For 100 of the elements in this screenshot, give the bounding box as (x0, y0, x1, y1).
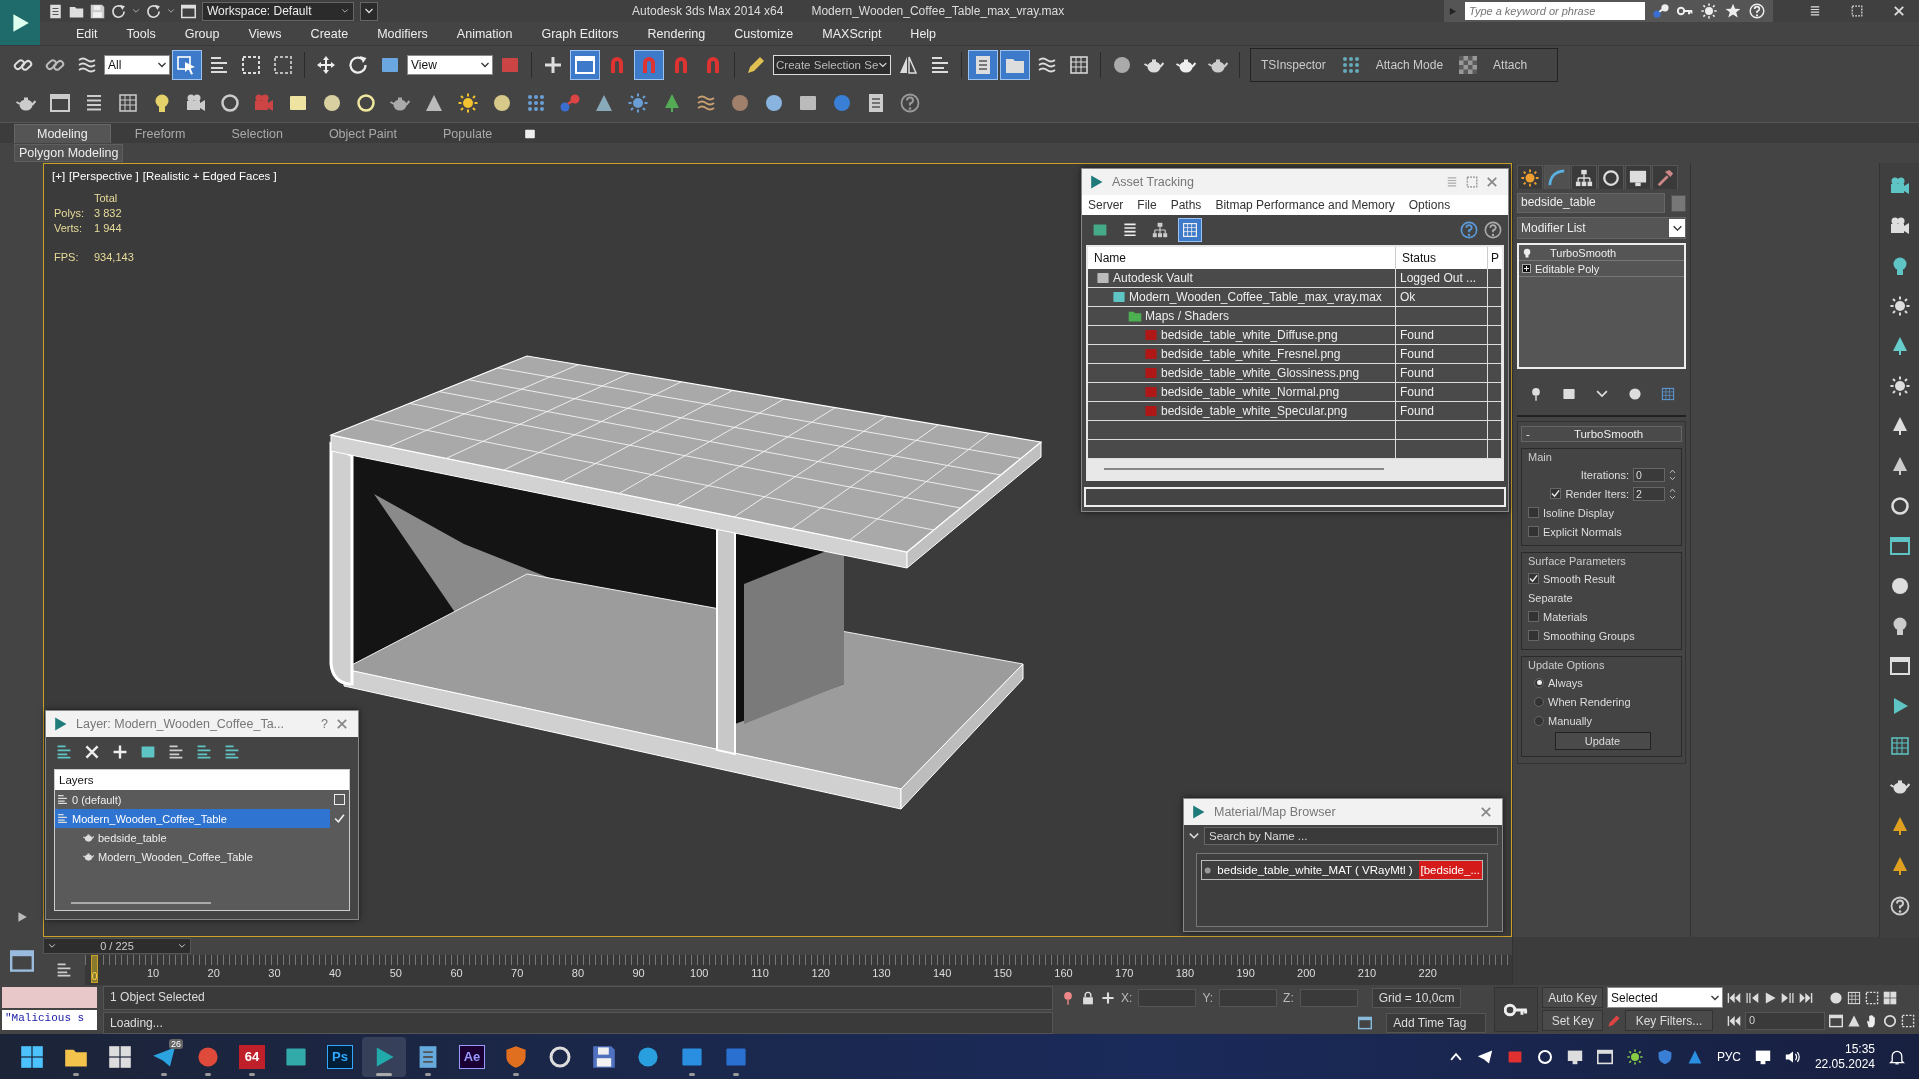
column-header[interactable]: Layers (59, 774, 94, 786)
tray-clock[interactable]: 15:35 22.05.2024 (1814, 1041, 1875, 1072)
toolbar-label[interactable]: Attach Mode (1365, 57, 1454, 72)
menu-item[interactable]: Paths (1170, 198, 1202, 212)
material-item[interactable]: bedside_table_white_MAT ( VRayMtl ) [bedside_... (1201, 860, 1483, 880)
taskbar-app[interactable]: Ae (450, 1036, 494, 1077)
status-message: Loading... (103, 1011, 1054, 1034)
tick-label: 40 (328, 967, 342, 979)
menu-item[interactable]: Customize (722, 26, 806, 41)
spinner-label: Iterations: (1580, 468, 1629, 481)
modifier-list-dropdown[interactable]: Modifier List (1517, 217, 1686, 239)
object-row[interactable]: Modern_Wooden_Coffee_Table (81, 847, 345, 866)
group-title: Surface Parameters (1528, 555, 1627, 567)
workspace-dropdown[interactable]: Workspace: Default (202, 1, 354, 21)
tick-label: 140 (932, 967, 952, 979)
menu-item[interactable]: Tools (114, 26, 168, 41)
tick-label: 80 (571, 967, 584, 979)
selection-set-dropdown[interactable]: Create Selection Se (773, 54, 891, 75)
radio-label: When Rendering (1548, 695, 1631, 708)
tick-label: 50 (389, 967, 402, 979)
menu-item[interactable]: Create (298, 26, 361, 41)
column-header[interactable]: Name (1088, 247, 1396, 269)
ribbon-tab[interactable]: Freeform (112, 124, 208, 143)
asset-name[interactable]: Modern_Wooden_Coffee_Table_max_vray.max (1129, 290, 1382, 304)
menu-item[interactable]: Rendering (635, 26, 718, 41)
column-header[interactable]: P (1488, 247, 1502, 269)
asset-name[interactable]: bedside_table_white_Normal.png (1161, 385, 1340, 399)
ribbon-panel-label[interactable]: Polygon Modeling (14, 144, 124, 162)
asset-name[interactable]: bedside_table_white_Diffuse.png (1161, 328, 1338, 342)
modifier-item[interactable]: TurboSmooth (1550, 246, 1617, 259)
ribbon-tab[interactable]: Modeling (14, 124, 111, 143)
object-row[interactable]: bedside_table (81, 828, 345, 847)
ribbon-tab[interactable]: Object Paint (306, 124, 419, 143)
update-button[interactable]: Update (1554, 732, 1651, 750)
asset-name[interactable]: bedside_table_white_Glossiness.png (1161, 366, 1360, 380)
menu-item[interactable]: Modifiers (365, 26, 440, 41)
listener-output[interactable]: "Malicious s (2, 1010, 98, 1030)
coord-label: Z: (1283, 991, 1294, 1005)
key-mode-dropdown[interactable]: Selected (1607, 987, 1723, 1008)
viewport-menu[interactable]: [Realistic + Edged Faces ] (142, 170, 277, 182)
taskbar-app[interactable]: 64 (230, 1036, 274, 1077)
toolbar-label[interactable]: TSInspector (1251, 57, 1336, 72)
taskbar-app[interactable]: Ps (318, 1036, 362, 1077)
help-button[interactable]: ? (321, 717, 328, 731)
menu-item[interactable]: Help (898, 26, 949, 41)
tick-label: 150 (993, 967, 1012, 979)
time-slider[interactable]: 0 / 225 (43, 938, 191, 954)
group-title: Update Options (1528, 659, 1606, 671)
rollout-title[interactable]: TurboSmooth (1536, 428, 1681, 440)
menu-item[interactable]: Server (1088, 198, 1124, 212)
asset-name[interactable]: bedside_table_white_Specular.png (1161, 404, 1348, 418)
key-filters-button[interactable]: Key Filters... (1625, 1010, 1713, 1031)
menu-item[interactable]: Group (172, 26, 232, 41)
menu-item[interactable]: Options (1408, 198, 1451, 212)
time-tag-field[interactable]: Add Time Tag (1386, 1012, 1487, 1033)
filter-dropdown[interactable]: All (104, 54, 170, 75)
tick-label: 210 (1357, 967, 1377, 979)
menu-item[interactable]: Bitmap Performance and Memory (1215, 198, 1395, 212)
asset-status: Found (1399, 385, 1435, 399)
toolbar-label[interactable]: Attach (1483, 57, 1538, 72)
asset-name[interactable]: Autodesk Vault (1113, 271, 1193, 285)
ribbon-tab[interactable]: Selection (209, 124, 305, 143)
layer-row[interactable]: 0 (default) (55, 790, 330, 809)
search-field[interactable]: Type a keyword or phrase (1465, 2, 1645, 20)
spinner-field[interactable]: 2 (1633, 486, 1665, 501)
filter-dropdown[interactable]: View (407, 54, 493, 75)
menu-item[interactable]: Edit (64, 26, 110, 41)
auto-key-button[interactable]: Auto Key (1542, 987, 1603, 1008)
asset-name[interactable]: Maps / Shaders (1145, 309, 1230, 323)
column-header[interactable]: Status (1396, 247, 1488, 269)
viewport-menu[interactable]: [Perspective ] (69, 170, 139, 182)
asset-status: Found (1399, 404, 1435, 418)
object-name-field[interactable]: bedside_table (1517, 193, 1665, 213)
tick-label: 200 (1297, 967, 1316, 979)
modifier-item[interactable]: Editable Poly (1535, 262, 1600, 275)
stat-label: Polys: (54, 207, 85, 219)
frame-field[interactable]: 0 (1745, 1011, 1825, 1030)
language-indicator[interactable]: РУС (1716, 1049, 1741, 1064)
taskbar-app[interactable]: 26 (142, 1036, 186, 1077)
tick-label: 220 (1418, 967, 1437, 979)
menu-item[interactable]: Graph Editors (529, 26, 631, 41)
stat-label: Verts: (54, 222, 84, 234)
viewport-menu[interactable]: [+] (52, 170, 66, 182)
layer-row[interactable]: Modern_Wooden_Coffee_Table (55, 809, 330, 828)
menu-item[interactable]: MAXScript (810, 26, 894, 41)
set-key-button[interactable]: Set Key (1542, 1010, 1603, 1031)
search-field[interactable]: Search by Name ... (1204, 827, 1498, 845)
spinner-field[interactable]: 0 (1633, 467, 1665, 482)
timeline-ruler[interactable]: 0 10 20 30 40 50 60 70 80 90 100 110 120 130 140 150 160 170 180 190 200 210 220 (85, 955, 1512, 985)
grid-size: Grid = 10,0cm (1371, 988, 1462, 1008)
stat-label: FPS: (54, 251, 80, 263)
menu-item[interactable]: Views (236, 26, 294, 41)
asset-name[interactable]: bedside_table_white_Fresnel.png (1161, 347, 1341, 361)
radio-label: Always (1548, 676, 1583, 689)
group-label: Separate (1528, 591, 1573, 604)
menu-item[interactable]: File (1137, 198, 1157, 212)
checkbox-label: Materials (1543, 610, 1588, 623)
menu-item[interactable]: Animation (444, 26, 525, 41)
collapse-toggle[interactable]: - (1522, 428, 1536, 440)
ribbon-tab[interactable]: Populate (420, 124, 515, 143)
